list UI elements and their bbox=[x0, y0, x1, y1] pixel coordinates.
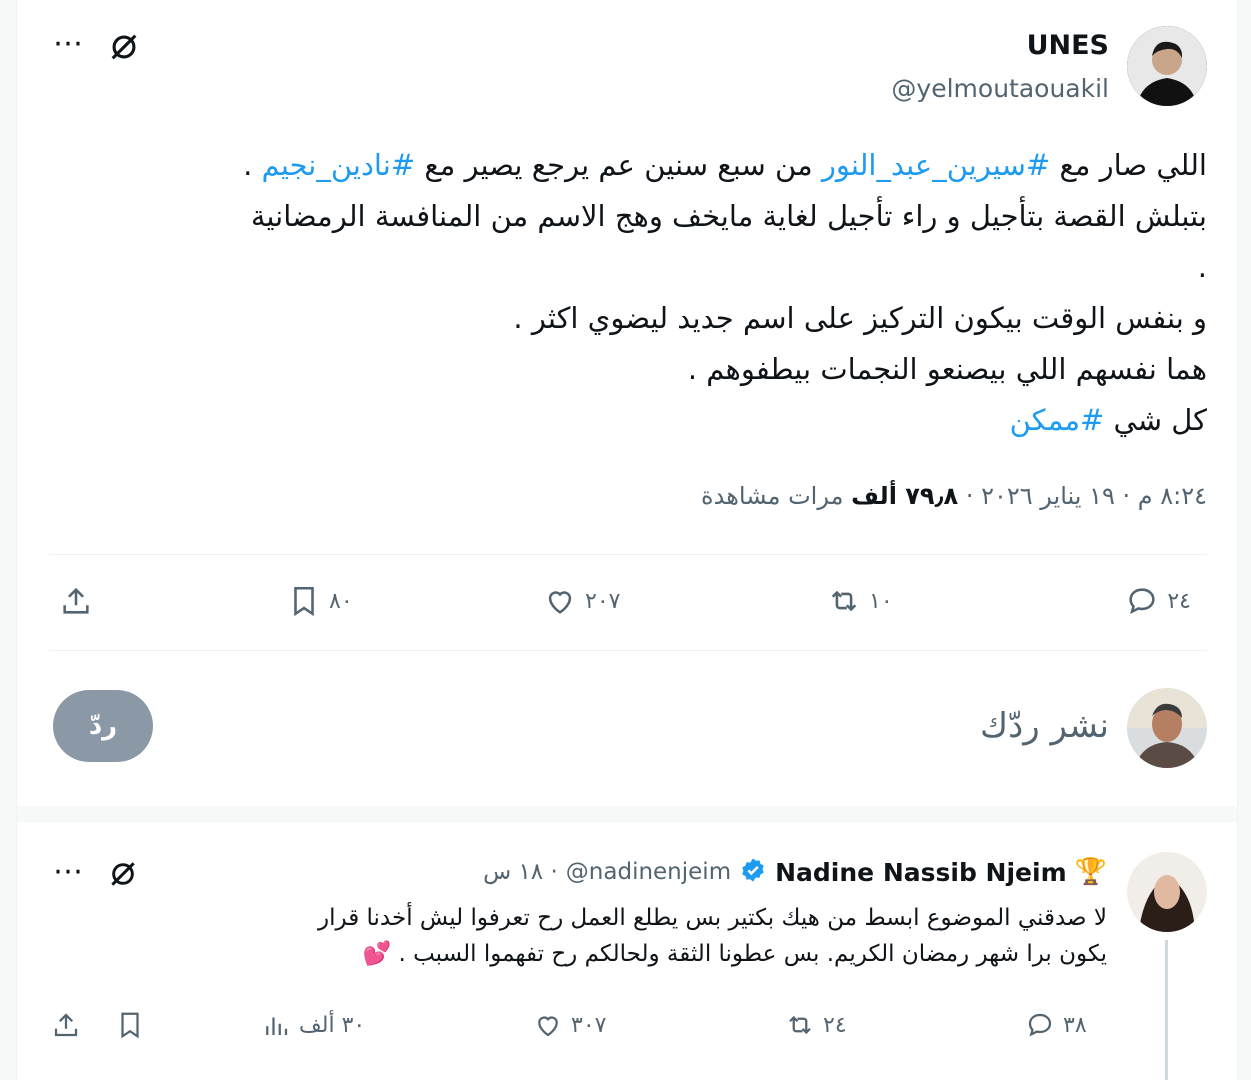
views-label: مرات مشاهدة bbox=[701, 482, 844, 510]
author-avatar[interactable] bbox=[1127, 26, 1207, 106]
views-count: ٧٩٫٨ ألف bbox=[851, 482, 959, 510]
reply-line: يكون برا شهر رمضان الكريم. بس عطونا الثق… bbox=[362, 941, 1108, 967]
reply-author-name[interactable]: Nadine Nassib Njeim bbox=[775, 858, 1067, 887]
views-count: ٣٠ ألف bbox=[299, 1012, 366, 1038]
tweet-text-span: . bbox=[243, 148, 262, 182]
reply-share-action[interactable] bbox=[51, 1010, 81, 1040]
tweet-detail-panel: UNES @yelmoutaouakil ⋯ اللي صار مع #سيري… bbox=[16, 0, 1238, 1080]
bookmark-count: ٨٠ bbox=[329, 588, 353, 614]
hashtag-link[interactable]: #سيرين_عبد_النور bbox=[822, 148, 1050, 182]
reply-count: ٣٨ bbox=[1063, 1012, 1087, 1038]
tweet-meta: ٨:٢٤ م · ١٩ يناير ٢٠٢٦ · ٧٩٫٨ ألف مرات م… bbox=[701, 482, 1207, 510]
verified-icon bbox=[739, 856, 767, 888]
tweet-text: اللي صار مع #سيرين_عبد_النور من سبع سنين… bbox=[47, 140, 1207, 446]
tweet-line: هما نفسهم اللي بيصنعو النجمات بيطفوهم . bbox=[47, 344, 1207, 395]
tweet-text-span: . bbox=[1197, 250, 1207, 284]
reply-action[interactable]: ٢٤ bbox=[1125, 584, 1191, 618]
thread-line bbox=[1165, 940, 1168, 1080]
reply-like-action[interactable]: ٣٠٧ bbox=[533, 1010, 606, 1040]
retweet-count: ١٠ bbox=[869, 588, 893, 614]
grok-icon[interactable] bbox=[107, 30, 141, 68]
views-icon bbox=[266, 1017, 288, 1035]
reply-bookmark-action[interactable] bbox=[115, 1010, 145, 1040]
tweet-line: كل شي #ممكن bbox=[47, 395, 1207, 446]
author-name[interactable]: UNES bbox=[1027, 30, 1109, 61]
reply-views-action[interactable]: ٣٠ ألف bbox=[261, 1010, 365, 1040]
retweet-icon bbox=[789, 1015, 811, 1035]
reply-button[interactable]: ردّ bbox=[53, 690, 153, 762]
reply-author-handle[interactable]: @nadinenjeim bbox=[566, 859, 731, 885]
reply-time[interactable]: · ١٨ س bbox=[483, 859, 558, 885]
grok-icon[interactable] bbox=[107, 858, 139, 894]
like-count: ٣٠٧ bbox=[571, 1012, 607, 1038]
hashtag-link[interactable]: #ممكن bbox=[1010, 403, 1105, 437]
section-gap bbox=[17, 806, 1237, 822]
like-icon bbox=[538, 1016, 558, 1037]
current-user-avatar bbox=[1127, 688, 1207, 768]
reply-input[interactable]: نشر ردّك bbox=[980, 706, 1109, 746]
tweet-timestamp[interactable]: ٨:٢٤ م · ١٩ يناير ٢٠٢٦ · bbox=[958, 482, 1207, 510]
more-icon[interactable]: ⋯ bbox=[53, 26, 84, 61]
reply-text: لا صدقني الموضوع ابسط من هيك بكتير بس يط… bbox=[67, 900, 1107, 972]
tweet-line: اللي صار مع #سيرين_عبد_النور من سبع سنين… bbox=[47, 140, 1207, 191]
tweet-text-span: و بنفس الوقت بيكون التركيز على اسم جديد … bbox=[513, 301, 1207, 335]
tweet-text-span: اللي صار مع bbox=[1050, 148, 1207, 182]
hashtag-link[interactable]: #نادين_نجيم bbox=[262, 148, 416, 182]
tweet-line: بتبلش القصة بتأجيل و راء تأجيل لغاية ماي… bbox=[47, 191, 1207, 242]
divider bbox=[49, 554, 1207, 555]
share-action[interactable] bbox=[59, 584, 93, 618]
like-icon bbox=[548, 591, 572, 614]
like-action[interactable]: ٢٠٧ bbox=[543, 584, 620, 618]
reply-icon bbox=[1028, 1013, 1052, 1037]
reply-header: · ١٨ س @nadinenjeim Nadine Nassib Njeim … bbox=[483, 856, 1107, 888]
author-handle[interactable]: @yelmoutaouakil bbox=[891, 74, 1109, 103]
bookmark-icon bbox=[294, 586, 314, 617]
reply-line: لا صدقني الموضوع ابسط من هيك بكتير بس يط… bbox=[318, 905, 1107, 931]
tweet-text-span: كل شي bbox=[1104, 403, 1207, 437]
share-icon bbox=[63, 587, 89, 614]
retweet-action[interactable]: ١٠ bbox=[827, 584, 893, 618]
retweet-icon bbox=[831, 590, 857, 612]
bookmark-action[interactable]: ٨٠ bbox=[287, 584, 353, 618]
bookmark-icon bbox=[121, 1012, 139, 1039]
reply-icon bbox=[1129, 588, 1155, 615]
retweet-count: ٢٤ bbox=[823, 1012, 847, 1038]
tweet-line: و بنفس الوقت بيكون التركيز على اسم جديد … bbox=[47, 293, 1207, 344]
reply-retweet-action[interactable]: ٢٤ bbox=[785, 1010, 847, 1040]
reply-reply-action[interactable]: ٣٨ bbox=[1025, 1010, 1087, 1040]
like-count: ٢٠٧ bbox=[585, 588, 621, 614]
divider bbox=[49, 650, 1207, 651]
reply-count: ٢٤ bbox=[1167, 588, 1191, 614]
share-icon bbox=[54, 1013, 78, 1037]
tweet-text-span: هما نفسهم اللي بيصنعو النجمات بيطفوهم . bbox=[687, 352, 1207, 386]
tweet-line: . bbox=[47, 242, 1207, 293]
more-icon[interactable]: ⋯ bbox=[53, 854, 83, 889]
reply-author-avatar[interactable] bbox=[1127, 852, 1207, 932]
tweet-text-span: بتبلش القصة بتأجيل و راء تأجيل لغاية ماي… bbox=[250, 199, 1207, 233]
trophy-badge: 🏆 bbox=[1074, 857, 1107, 887]
tweet-text-span: من سبع سنين عم يرجع يصير مع bbox=[415, 148, 822, 182]
